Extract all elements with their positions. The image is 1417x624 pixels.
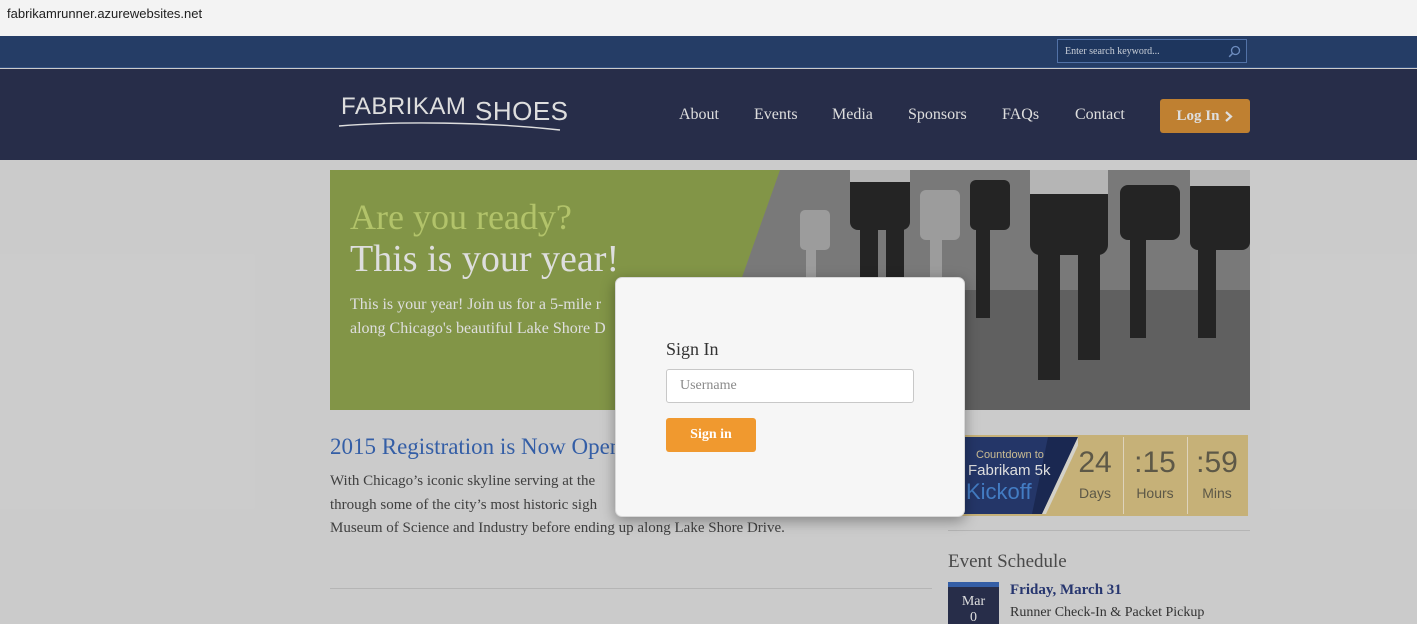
logo-swoosh-icon [338, 122, 561, 131]
browser-address-bar[interactable]: fabrikamrunner.azurewebsites.net [0, 0, 1417, 36]
countdown-days-value: 24 [1078, 446, 1112, 479]
countdown-days: 24 Days [1068, 437, 1122, 514]
sign-in-title: Sign In [666, 339, 719, 359]
search-input[interactable] [1058, 40, 1223, 62]
hero-text: This is your year! Join us for a 5-mile … [350, 293, 620, 341]
event-name: Runner Check-In & Packet Pickup [1010, 605, 1205, 620]
sign-in-button[interactable]: Sign in [666, 418, 756, 452]
search-icon[interactable] [1228, 45, 1241, 58]
hero-title: This is your year! [350, 238, 620, 280]
site-header: FABRIKAM SHOES About Events Media Sponso… [0, 69, 1417, 160]
countdown-hours: :15 Hours [1123, 437, 1186, 514]
event-date-badge: Mar 0 [948, 582, 999, 624]
nav-about[interactable]: About [679, 106, 719, 124]
nav-sponsors[interactable]: Sponsors [908, 106, 967, 124]
sidebar-divider [948, 530, 1250, 531]
chevron-right-icon [1225, 110, 1234, 122]
username-input[interactable] [666, 369, 914, 403]
countdown-days-label: Days [1079, 485, 1111, 501]
registration-title-link[interactable]: 2015 Registration is Now Open [330, 434, 621, 460]
countdown-hours-value: :15 [1134, 446, 1176, 479]
countdown-mins: :59 Mins [1187, 437, 1246, 514]
hero-kicker: Are you ready? [350, 197, 572, 237]
hero-text-line: along Chicago's beautiful Lake Shore D [350, 320, 606, 337]
event-day: 0 [970, 610, 977, 624]
event-schedule-title: Event Schedule [948, 551, 1067, 572]
top-strip [0, 36, 1417, 68]
content-divider [330, 588, 932, 589]
countdown-banner-line2: Fabrikam 5k [968, 462, 1051, 479]
logo-word-fabrikam: FABRIKAM [341, 93, 467, 120]
nav-events[interactable]: Events [754, 106, 798, 124]
countdown-widget: Countdown to Fabrikam 5k Kickoff 24 Days… [950, 435, 1248, 516]
countdown-banner-line3: Kickoff [966, 479, 1032, 504]
hero-text-line: This is your year! Join us for a 5-mile … [350, 296, 602, 313]
login-button-label: Log In [1176, 107, 1220, 124]
sign-in-modal: Sign In Sign in [615, 277, 965, 517]
countdown-mins-label: Mins [1202, 485, 1232, 501]
countdown-mins-value: :59 [1196, 446, 1238, 479]
nav-faqs[interactable]: FAQs [1002, 106, 1039, 124]
nav-media[interactable]: Media [832, 106, 873, 124]
search-box[interactable] [1057, 39, 1247, 63]
countdown-banner-line1: Countdown to [976, 449, 1044, 461]
nav-contact[interactable]: Contact [1075, 106, 1125, 124]
registration-text-line: Museum of Science and Industry before en… [330, 520, 785, 536]
browser-url[interactable]: fabrikamrunner.azurewebsites.net [7, 6, 202, 21]
event-month: Mar [961, 594, 986, 609]
event-date-link[interactable]: Friday, March 31 [1010, 582, 1122, 599]
fabrikam-shoes-logo[interactable]: FABRIKAM SHOES [338, 92, 568, 132]
login-button[interactable]: Log In [1160, 99, 1250, 133]
countdown-hours-label: Hours [1136, 485, 1174, 501]
